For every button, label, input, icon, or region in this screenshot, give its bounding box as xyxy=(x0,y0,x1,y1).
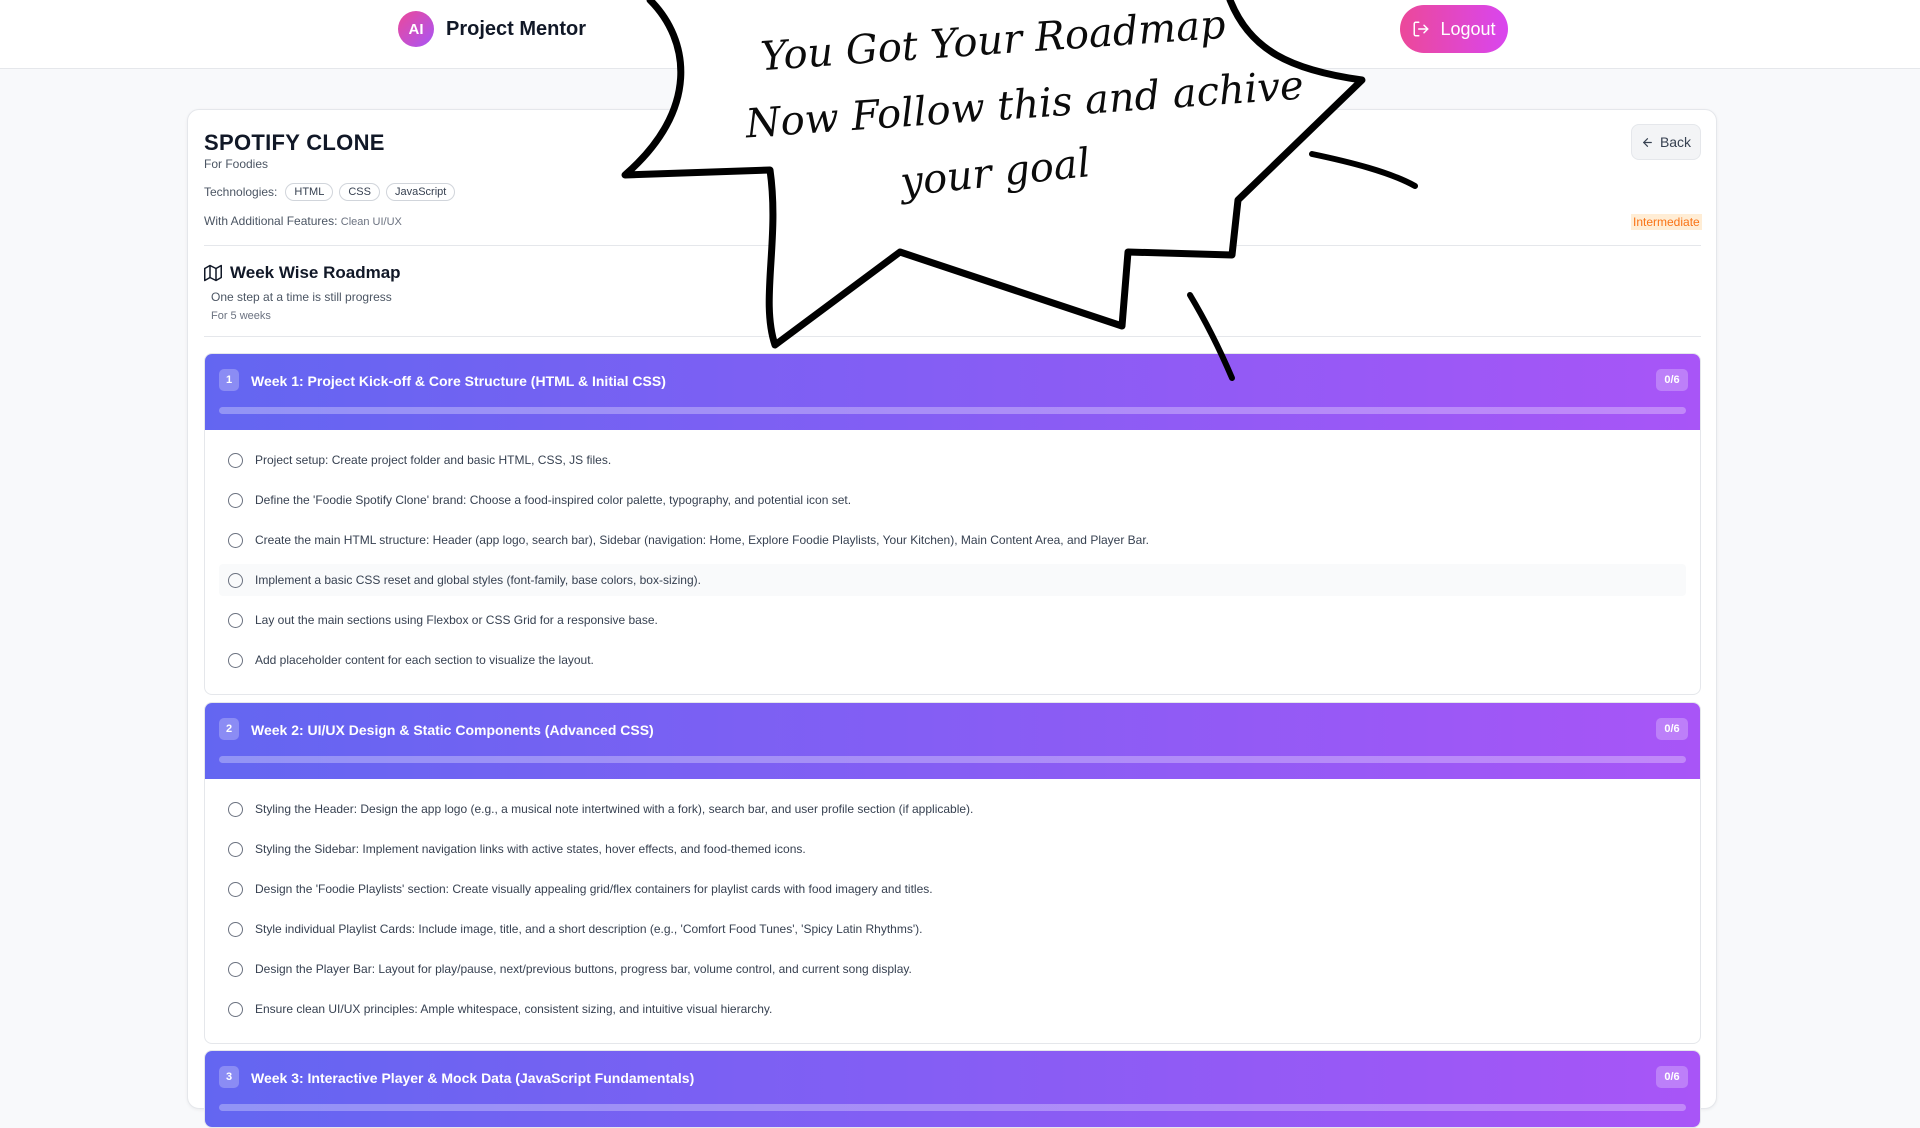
week-panel: 1 Week 1: Project Kick-off & Core Struct… xyxy=(204,353,1701,695)
checkbox-circle-icon[interactable] xyxy=(228,452,243,468)
checkbox-circle-icon[interactable] xyxy=(228,881,243,897)
roadmap-title: Week Wise Roadmap xyxy=(230,263,401,282)
checkbox-circle-icon[interactable] xyxy=(228,1001,243,1017)
task-item[interactable]: Add placeholder content for each section… xyxy=(219,644,1686,676)
checkbox-circle-icon[interactable] xyxy=(228,841,243,857)
week-progress-bar xyxy=(219,756,1686,763)
week-number: 2 xyxy=(219,718,239,740)
task-item[interactable]: Lay out the main sections using Flexbox … xyxy=(219,604,1686,636)
task-item[interactable]: Implement a basic CSS reset and global s… xyxy=(219,564,1686,596)
checkbox-circle-icon[interactable] xyxy=(228,612,243,628)
difficulty-badge: Intermediate xyxy=(1631,214,1702,230)
task-text: Add placeholder content for each section… xyxy=(255,653,594,667)
task-text: Style individual Playlist Cards: Include… xyxy=(255,922,923,936)
checkbox-circle-icon[interactable] xyxy=(228,961,243,977)
roadmap-subtitle: One step at a time is still progress xyxy=(211,290,392,304)
project-subtitle: For Foodies xyxy=(204,157,269,171)
project-title: SPOTIFY CLONE xyxy=(204,130,385,155)
checkbox-circle-icon[interactable] xyxy=(228,801,243,817)
features-value: Clean UI/UX xyxy=(340,216,402,228)
task-text: Implement a basic CSS reset and global s… xyxy=(255,573,701,587)
week-title: Week 1: Project Kick-off & Core Structur… xyxy=(251,373,666,389)
task-text: Ensure clean UI/UX principles: Ample whi… xyxy=(255,1002,773,1016)
week-number: 3 xyxy=(219,1066,239,1088)
brand[interactable]: AI Project Mentor xyxy=(398,11,586,47)
week-panel: 2 Week 2: UI/UX Design & Static Componen… xyxy=(204,702,1701,1044)
task-text: Design the Player Bar: Layout for play/p… xyxy=(255,962,912,976)
back-label: Back xyxy=(1659,134,1692,150)
week-panel: 3 Week 3: Interactive Player & Mock Data… xyxy=(204,1050,1701,1128)
week-progress-bar xyxy=(219,407,1686,414)
checkbox-circle-icon[interactable] xyxy=(228,572,243,588)
task-item[interactable]: Ensure clean UI/UX principles: Ample whi… xyxy=(219,993,1686,1025)
logout-icon xyxy=(1413,21,1429,37)
features-label: With Additional Features: xyxy=(204,214,338,228)
task-item[interactable]: Style individual Playlist Cards: Include… xyxy=(219,913,1686,945)
map-icon xyxy=(204,264,222,282)
week-header[interactable]: 2 Week 2: UI/UX Design & Static Componen… xyxy=(205,703,1700,779)
week-title: Week 3: Interactive Player & Mock Data (… xyxy=(251,1070,695,1086)
task-item[interactable]: Project setup: Create project folder and… xyxy=(219,444,1686,476)
technologies-label: Technologies: xyxy=(204,185,278,199)
task-item[interactable]: Define the 'Foodie Spotify Clone' brand:… xyxy=(219,484,1686,516)
task-item[interactable]: Create the main HTML structure: Header (… xyxy=(219,524,1686,556)
roadmap-header: Week Wise Roadmap xyxy=(204,263,401,283)
features-row: With Additional Features: Clean UI/UX xyxy=(204,214,402,228)
task-text: Styling the Sidebar: Implement navigatio… xyxy=(255,842,806,856)
back-button[interactable]: Back xyxy=(1631,124,1701,160)
divider xyxy=(204,245,1701,246)
week-header[interactable]: 1 Week 1: Project Kick-off & Core Struct… xyxy=(205,354,1700,430)
task-item[interactable]: Styling the Sidebar: Implement navigatio… xyxy=(219,833,1686,865)
week-number: 1 xyxy=(219,369,239,391)
week-progress-count: 0/6 xyxy=(1656,369,1688,391)
task-text: Styling the Header: Design the app logo … xyxy=(255,802,974,816)
week-title: Week 2: UI/UX Design & Static Components… xyxy=(251,722,654,738)
task-text: Project setup: Create project folder and… xyxy=(255,453,612,467)
checkbox-circle-icon[interactable] xyxy=(228,652,243,668)
project-card: SPOTIFY CLONE For Foodies Technologies: … xyxy=(187,109,1717,1128)
task-text: Design the 'Foodie Playlists' section: C… xyxy=(255,882,933,896)
task-text: Create the main HTML structure: Header (… xyxy=(255,533,1150,547)
task-text: Define the 'Foodie Spotify Clone' brand:… xyxy=(255,493,852,507)
week-progress-bar xyxy=(219,1104,1686,1111)
task-item[interactable]: Design the Player Bar: Layout for play/p… xyxy=(219,953,1686,985)
logout-button[interactable]: Logout xyxy=(1400,5,1508,53)
week-progress-count: 0/6 xyxy=(1656,718,1688,740)
tech-chip: HTML xyxy=(285,183,334,201)
tech-chip: JavaScript xyxy=(385,183,456,201)
task-list: Project setup: Create project folder and… xyxy=(205,430,1700,694)
checkbox-circle-icon[interactable] xyxy=(228,921,243,937)
divider xyxy=(204,336,1701,337)
app-logo: AI xyxy=(398,11,434,47)
roadmap-duration: For 5 weeks xyxy=(211,310,271,322)
tech-chip: CSS xyxy=(339,183,380,201)
arrow-left-icon xyxy=(1643,137,1652,147)
week-header[interactable]: 3 Week 3: Interactive Player & Mock Data… xyxy=(205,1051,1700,1127)
task-text: Lay out the main sections using Flexbox … xyxy=(255,613,658,627)
week-progress-count: 0/6 xyxy=(1656,1066,1688,1088)
task-item[interactable]: Design the 'Foodie Playlists' section: C… xyxy=(219,873,1686,905)
app-name: Project Mentor xyxy=(446,17,587,40)
logout-label: Logout xyxy=(1440,18,1496,39)
checkbox-circle-icon[interactable] xyxy=(228,532,243,548)
task-list: Styling the Header: Design the app logo … xyxy=(205,779,1700,1043)
checkbox-circle-icon[interactable] xyxy=(228,492,243,508)
technologies-row: Technologies: HTML CSS JavaScript xyxy=(204,183,456,201)
task-item[interactable]: Styling the Header: Design the app logo … xyxy=(219,793,1686,825)
